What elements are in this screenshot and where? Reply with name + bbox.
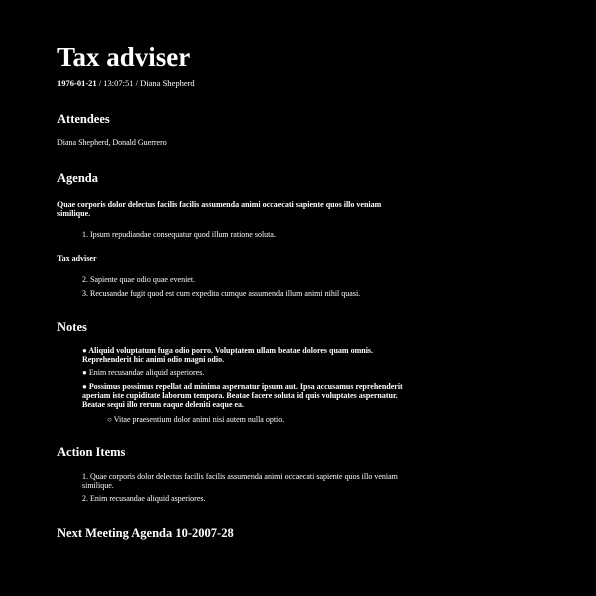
note-item: ● Possimus possimus repellat ad minima a… (82, 382, 403, 409)
action-item: 1. Quae corporis dolor delectus facilis … (82, 472, 398, 490)
agenda-heading: Agenda (57, 171, 98, 185)
meeting-date: 1976-01-21 (57, 78, 97, 88)
note-item: ● Enim recusandae aliquid asperiores. (82, 368, 205, 377)
page-title: Tax adviser (57, 42, 191, 72)
agenda-item: 1. Ipsum repudiandae consequatur quod il… (82, 230, 276, 239)
attendees-heading: Attendees (57, 112, 110, 126)
action-item: 2. Enim recusandae aliquid asperiores. (82, 494, 206, 503)
note-subitem: ○ Vitae praesentium dolor animi nisi aut… (107, 415, 285, 424)
agenda-item: 3. Recusandae fugit quod est cum expedit… (82, 289, 361, 298)
meeting-author: Diana Shepherd (140, 78, 195, 88)
notes-heading: Notes (57, 320, 87, 334)
meeting-time: 13:07:51 (103, 78, 134, 88)
agenda-item: 2. Sapiente quae odio quae eveniet. (82, 275, 196, 284)
action-items-heading: Action Items (57, 445, 126, 459)
meeting-meta: 1976-01-21 / 13:07:51 / Diana Shepherd (57, 78, 195, 88)
next-meeting-heading: Next Meeting Agenda 10-2007-28 (57, 526, 234, 540)
note-item: ● Aliquid voluptatum fuga odio porro. Vo… (82, 346, 374, 364)
agenda-subheading: Tax adviser (57, 254, 97, 263)
attendees-list: Diana Shepherd, Donald Guerrero (57, 138, 167, 147)
agenda-intro: Quae corporis dolor delectus facilis fac… (57, 200, 382, 218)
